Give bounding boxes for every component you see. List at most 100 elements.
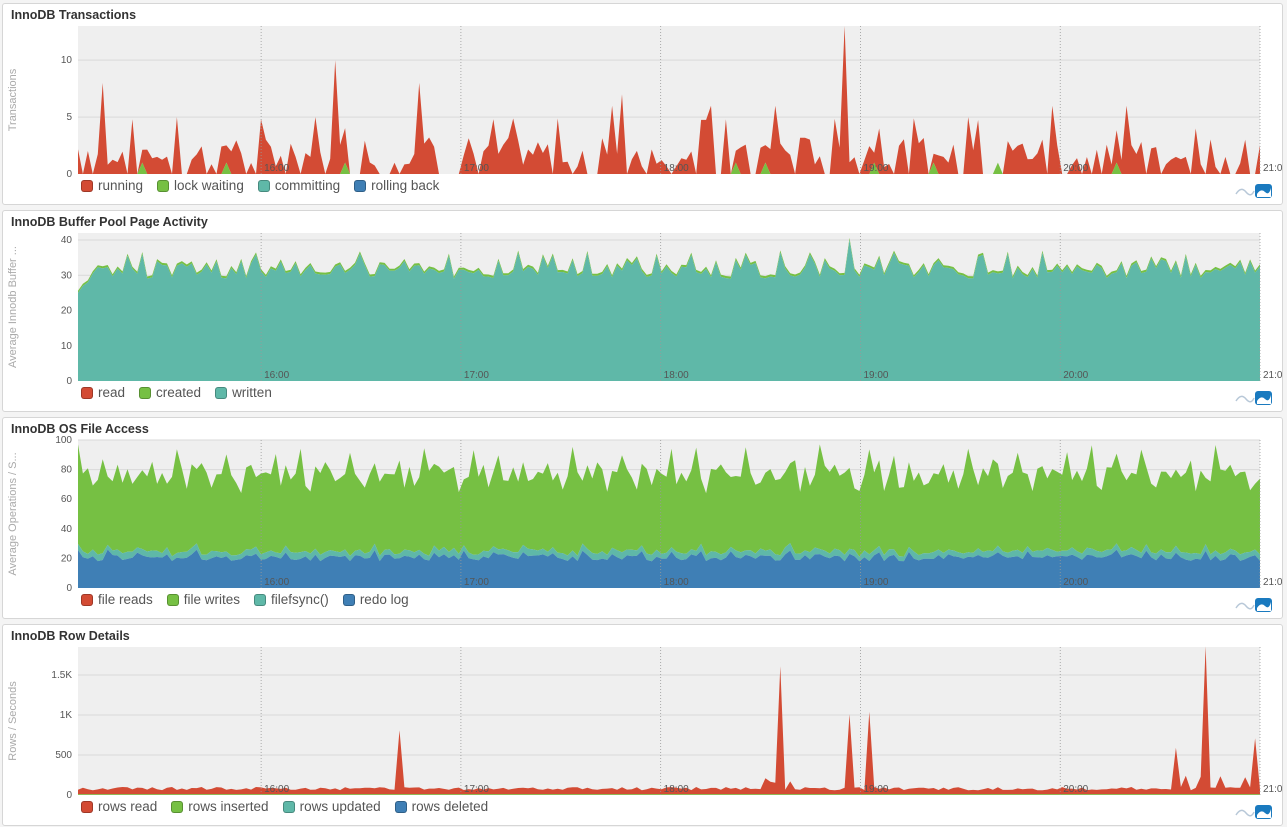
legend-swatch [354,179,367,192]
panel-innodb-transactions: 0 5 10 16:00 17:00 18:00 19:00 20:00 21:00 Transa… [2,3,1283,205]
legend-swatch [342,593,355,606]
y-axis-label: Average Innodb Buffer ... [7,246,19,368]
legend-swatch [81,386,93,399]
x-tick-label: 18:00 [664,784,689,795]
legend-item-written[interactable]: written [215,385,272,400]
plot-background [78,26,1260,174]
legend-item-created[interactable]: created [139,385,201,400]
panel-title: InnoDB Buffer Pool Page Activity [11,215,208,229]
y-tick-label: 0 [66,169,72,180]
y-tick-label: 1.5K [51,670,72,681]
legend-item-read[interactable]: read [81,385,125,400]
y-tick-label: 1K [60,710,73,721]
x-tick-label: 20:00 [1063,784,1088,795]
legend-item-rows-deleted[interactable]: rows deleted [394,799,489,814]
legend-swatch [215,386,228,399]
legend-item-rows-inserted[interactable]: rows inserted [171,799,269,814]
legend: file reads file writes filefsync() redo log [81,592,409,607]
plot-background [78,647,1260,795]
panel-title: InnoDB Row Details [11,629,130,643]
panel-innodb-row-details: 0 500 1K 1.5K 16:00 17:00 18:00 19:00 20:00 21:00… [2,624,1283,826]
y-tick-label: 20 [61,553,73,564]
x-tick-label: 19:00 [863,784,888,795]
x-tick-label: 20:00 [1063,370,1088,381]
legend-item-rolling-back[interactable]: rolling back [354,178,439,193]
legend-label: file writes [183,592,241,607]
legend-item-committing[interactable]: committing [257,178,341,193]
panel-innodb-os-file-access: 0 20 40 60 80 100 16:00 17:00 18:00 19:00 20:00 21:… [2,417,1283,619]
legend-label: redo log [359,592,409,607]
legend-label: rows read [98,799,158,814]
chart-plot: 0 5 10 16:00 17:00 18:00 19:00 20:00 21:00 Transa… [7,26,1282,180]
legend-label: written [232,385,272,400]
chart-style-toggle[interactable] [1234,182,1274,200]
legend-item-rows-updated[interactable]: rows updated [282,799,381,814]
legend-label: created [156,385,202,400]
y-tick-label: 80 [61,465,73,476]
x-tick-label: 20:00 [1063,163,1088,174]
y-axis-label: Transactions [7,68,19,131]
legend-swatch [157,179,170,192]
y-tick-label: 40 [61,524,73,535]
y-tick-label: 5 [66,112,72,123]
y-tick-label: 40 [61,235,73,246]
legend-label: rolling back [371,178,440,193]
x-tick-label: 18:00 [664,577,689,588]
legend-label: file reads [98,592,153,607]
x-tick-label: 18:00 [664,163,689,174]
legend-item-redo-log[interactable]: redo log [342,592,409,607]
x-tick-label: 16:00 [264,370,289,381]
x-tick-label: 19:00 [863,370,888,381]
legend-label: committing [274,178,341,193]
legend-swatch [394,800,407,813]
legend-label: filefsync() [271,592,329,607]
chart-plot: 0 20 40 60 80 100 16:00 17:00 18:00 19:00 20:00 21:… [7,435,1282,594]
legend-swatch [254,593,267,606]
legend-swatch [171,800,184,813]
panel-title: InnoDB OS File Access [11,422,149,436]
legend-swatch [282,800,295,813]
chart-plot: 0 500 1K 1.5K 16:00 17:00 18:00 19:00 20:00 21:00… [7,646,1282,801]
legend: running lock waiting committing rolling bac… [81,178,439,193]
x-tick-label: 21:00 [1263,577,1282,588]
x-tick-label: 21:00 [1263,163,1282,174]
y-tick-label: 20 [61,306,73,317]
legend-label: read [98,385,126,400]
y-tick-label: 100 [55,435,72,446]
x-tick-label: 20:00 [1063,577,1088,588]
legend-swatch [257,179,270,192]
legend-item-running[interactable]: running [81,178,143,193]
chart-style-toggle[interactable] [1234,803,1274,821]
legend-swatch [166,593,179,606]
legend-item-lock-waiting[interactable]: lock waiting [157,178,244,193]
legend-swatch [139,386,152,399]
legend-item-file-reads[interactable]: file reads [81,592,153,607]
legend-label: rows inserted [188,799,269,814]
x-tick-label: 17:00 [464,370,489,381]
chart-style-toggle[interactable] [1234,389,1274,407]
y-tick-label: 0 [66,790,72,801]
legend: read created written [81,385,272,400]
x-tick-label: 18:00 [664,370,689,381]
legend-label: rows deleted [411,799,489,814]
legend-item-rows-read[interactable]: rows read [81,799,157,814]
legend-item-filefsync[interactable]: filefsync() [254,592,329,607]
x-tick-label: 16:00 [264,784,289,795]
x-tick-label: 19:00 [863,163,888,174]
panel-title: InnoDB Transactions [11,8,137,22]
x-tick-label: 17:00 [464,784,489,795]
x-tick-label: 17:00 [464,577,489,588]
y-tick-label: 0 [66,583,72,594]
chart-style-toggle[interactable] [1234,596,1274,614]
x-tick-label: 17:00 [464,163,489,174]
legend-swatch [81,179,93,192]
legend-label: lock waiting [174,178,244,193]
y-tick-label: 10 [61,55,73,66]
x-tick-label: 19:00 [863,577,888,588]
y-tick-label: 500 [55,750,72,761]
y-tick-label: 0 [66,376,72,387]
legend-swatch [81,593,93,606]
legend-item-file-writes[interactable]: file writes [166,592,241,607]
y-tick-label: 60 [61,494,73,505]
x-tick-label: 16:00 [264,163,289,174]
